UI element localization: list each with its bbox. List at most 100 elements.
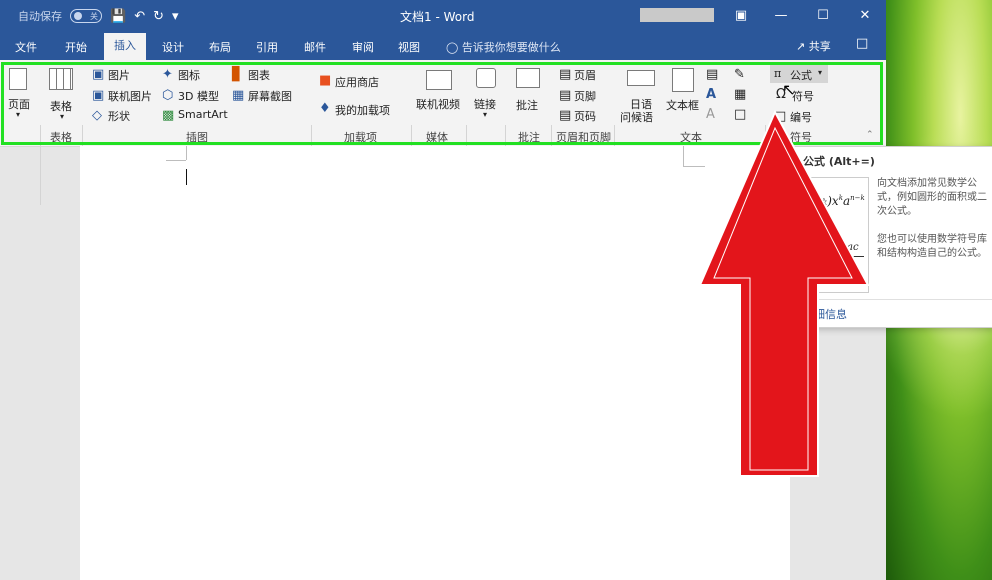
ribbon-display-options-icon[interactable]: ▣ (726, 5, 756, 27)
tab-references[interactable]: 引用 (256, 39, 278, 55)
autosave-toggle[interactable]: 关 (70, 9, 102, 23)
account-name[interactable] (640, 8, 714, 22)
tab-file[interactable]: 文件 (15, 39, 37, 55)
help-icon: ? (781, 304, 795, 318)
margin-marker (683, 166, 705, 167)
group-label-illustrations: 插图 (186, 131, 208, 144)
group-label-symbols: 符号 (790, 131, 812, 144)
smartart-button[interactable]: SmartArt (178, 108, 228, 121)
chart-button[interactable]: 图表 (248, 67, 270, 83)
3d-models-icon: ⬡ (162, 88, 174, 103)
margin-marker (166, 160, 186, 161)
equation-button[interactable]: π 公式 ▾ (770, 65, 828, 83)
drop-cap-icon[interactable]: A (706, 108, 715, 121)
chart-icon: ▊ (232, 67, 242, 82)
tooltip-desc-line1: 向文档添加常见数学公式，例如圆形的面积或二次公式。 (877, 178, 987, 217)
mouse-pointer-icon: ↖ (782, 80, 796, 99)
save-icon[interactable]: 💾 (110, 9, 126, 24)
comments-icon[interactable]: □ (856, 36, 868, 51)
numbering-button[interactable]: 编号 (790, 109, 812, 125)
share-icon: ↗ (796, 40, 806, 53)
date-time-icon[interactable]: ▦ (734, 88, 746, 101)
shapes-icon: ◇ (92, 108, 102, 123)
my-addins-icon: ♦ (319, 101, 331, 116)
pictures-button[interactable]: 图片 (108, 67, 130, 83)
document-page[interactable] (80, 146, 790, 580)
shapes-button[interactable]: 形状 (108, 108, 130, 124)
tooltip-desc-line2: 您也可以使用数学符号库和结构构造自己的公式。 (877, 234, 987, 259)
autosave-label: 自动保存 (18, 10, 62, 23)
japanese-greetings-icon (627, 70, 655, 86)
online-video-button[interactable]: 联机视频 (416, 96, 460, 112)
my-addins-button[interactable]: 我的加载项 (335, 102, 390, 118)
ribbon-tabs: 文件 开始 插入 设计 布局 引用 邮件 审阅 视图 ◯ 告诉我你想要做什么 ↗… (0, 33, 886, 60)
collapse-ribbon-icon[interactable]: ⌃ (866, 130, 874, 140)
pages-dropdown-icon[interactable]: ▾ (16, 110, 20, 119)
tab-layout[interactable]: 布局 (209, 39, 231, 55)
pi-icon: π (774, 67, 782, 80)
smartart-icon: ▩ (162, 108, 175, 123)
object-icon[interactable]: □ (734, 108, 746, 121)
maximize-button[interactable]: ☐ (808, 5, 838, 27)
lightbulb-icon: ◯ (446, 41, 459, 54)
group-label-tables: 表格 (50, 131, 72, 144)
tab-view[interactable]: 视图 (398, 39, 420, 55)
page-number-button[interactable]: 页码 (574, 108, 596, 124)
equation-dropdown-icon[interactable]: ▾ (818, 68, 822, 77)
comment-icon (516, 68, 540, 88)
group-label-comments: 批注 (518, 131, 540, 144)
formula-preview-image: ∑ n k=0 (n k)xkan−k −b ± √b²−4ac 2a (781, 177, 869, 293)
customize-qat-icon[interactable]: ▾ (172, 9, 179, 24)
online-pictures-button[interactable]: 联机图片 (108, 88, 152, 104)
online-video-icon (426, 70, 452, 90)
icons-button[interactable]: 图标 (178, 67, 200, 83)
signature-line-icon[interactable]: ✎ (734, 68, 745, 81)
page-number-icon: ▤ (559, 108, 572, 123)
word-window: 自动保存 关 💾 ↶ ↻ ▾ 文档1 - Word ▣ — ☐ ✕ 文件 开始 … (0, 0, 886, 580)
online-pictures-icon: ▣ (92, 88, 105, 103)
tooltip-divider (773, 299, 992, 300)
margin-marker (186, 146, 187, 160)
japanese-greetings-line2[interactable]: 问候语 (620, 109, 653, 125)
header-button[interactable]: 页眉 (574, 67, 596, 83)
comment-button[interactable]: 批注 (516, 97, 538, 113)
redo-icon[interactable]: ↻ (153, 9, 164, 24)
textbox-button[interactable]: 文本框 (666, 97, 699, 113)
3d-models-button[interactable]: 3D 模型 (178, 88, 219, 104)
pictures-icon: ▣ (92, 67, 105, 82)
tell-me-more-link[interactable]: 详细信息 (803, 306, 847, 322)
wordart-icon[interactable]: A (706, 88, 716, 101)
group-label-text: 文本 (680, 131, 702, 144)
window-title: 文档1 - Word (400, 10, 475, 24)
numbering-icon: □ (774, 109, 787, 124)
tell-me-label: 告诉我你想要做什么 (461, 41, 561, 54)
pages-icon (9, 68, 27, 90)
minimize-button[interactable]: — (766, 5, 796, 27)
quick-access-toolbar: 自动保存 关 💾 ↶ ↻ ▾ (18, 8, 179, 24)
tab-home[interactable]: 开始 (65, 39, 87, 55)
screenshot-icon: ▦ (232, 88, 245, 103)
screenshot-button[interactable]: 屏幕截图 (248, 88, 292, 104)
equation-tooltip: 插入公式 (Alt+=) ∑ n k=0 (n k)xkan−k −b ± √b… (772, 146, 992, 328)
footer-icon: ▤ (559, 88, 572, 103)
link-dropdown-icon[interactable]: ▾ (483, 110, 487, 119)
table-icon (49, 68, 73, 90)
share-button[interactable]: ↗ 共享 (796, 38, 831, 54)
textbox-icon (672, 68, 694, 92)
undo-icon[interactable]: ↶ (134, 9, 145, 24)
store-button[interactable]: 应用商店 (335, 74, 379, 90)
title-bar: 自动保存 关 💾 ↶ ↻ ▾ 文档1 - Word ▣ — ☐ ✕ (0, 0, 886, 33)
table-dropdown-icon[interactable]: ▾ (60, 112, 64, 121)
group-label-media: 媒体 (426, 131, 448, 144)
tab-mailings[interactable]: 邮件 (304, 39, 326, 55)
tooltip-title: 插入公式 (Alt+=) (781, 155, 875, 168)
quick-parts-icon[interactable]: ▤ (706, 68, 718, 81)
tab-insert[interactable]: 插入 (104, 33, 146, 60)
tab-review[interactable]: 审阅 (352, 39, 374, 55)
tab-design[interactable]: 设计 (162, 39, 184, 55)
tell-me-search[interactable]: ◯ 告诉我你想要做什么 (446, 39, 561, 55)
footer-button[interactable]: 页脚 (574, 88, 596, 104)
header-icon: ▤ (559, 67, 572, 82)
close-button[interactable]: ✕ (850, 5, 880, 27)
margin-marker (683, 146, 684, 166)
